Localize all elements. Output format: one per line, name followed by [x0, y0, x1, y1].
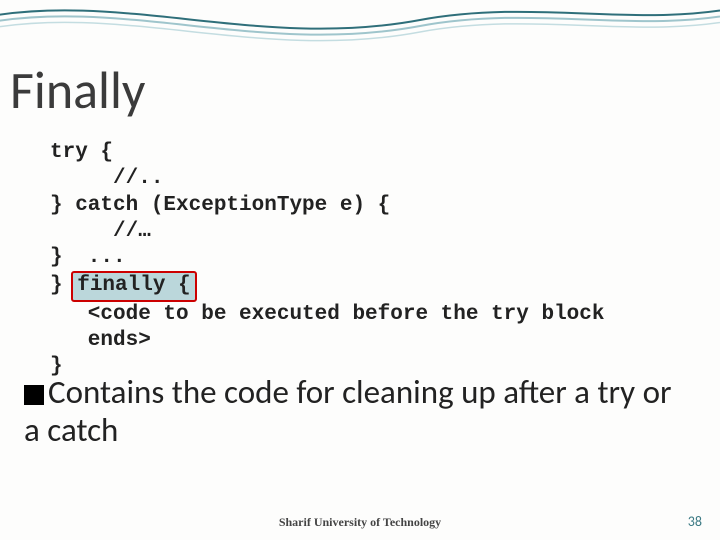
- page-number: 38: [688, 513, 702, 530]
- code-line: try {: [50, 140, 680, 166]
- code-line-highlighted: } finally {: [50, 271, 680, 301]
- code-line: //..: [50, 166, 680, 192]
- code-line: } ...: [50, 245, 680, 271]
- highlight-box: finally {: [71, 271, 196, 301]
- bullet-icon: [24, 385, 44, 405]
- code-line: <code to be executed before the try bloc…: [50, 302, 680, 328]
- bullet-content: Contains the code for cleaning up after …: [24, 372, 671, 450]
- code-line: } catch (ExceptionType e) {: [50, 193, 680, 219]
- decorative-wave: [0, 0, 720, 42]
- footer-text: Sharif University of Technology: [0, 515, 720, 530]
- code-block: try { //.. } catch (ExceptionType e) { /…: [50, 140, 680, 380]
- slide-title: Finally: [10, 58, 145, 122]
- slide: Finally try { //.. } catch (ExceptionTyp…: [0, 0, 720, 540]
- bullet-paragraph: Contains the code for cleaning up after …: [24, 374, 690, 450]
- code-line: ends>: [50, 328, 680, 354]
- code-line: //…: [50, 219, 680, 245]
